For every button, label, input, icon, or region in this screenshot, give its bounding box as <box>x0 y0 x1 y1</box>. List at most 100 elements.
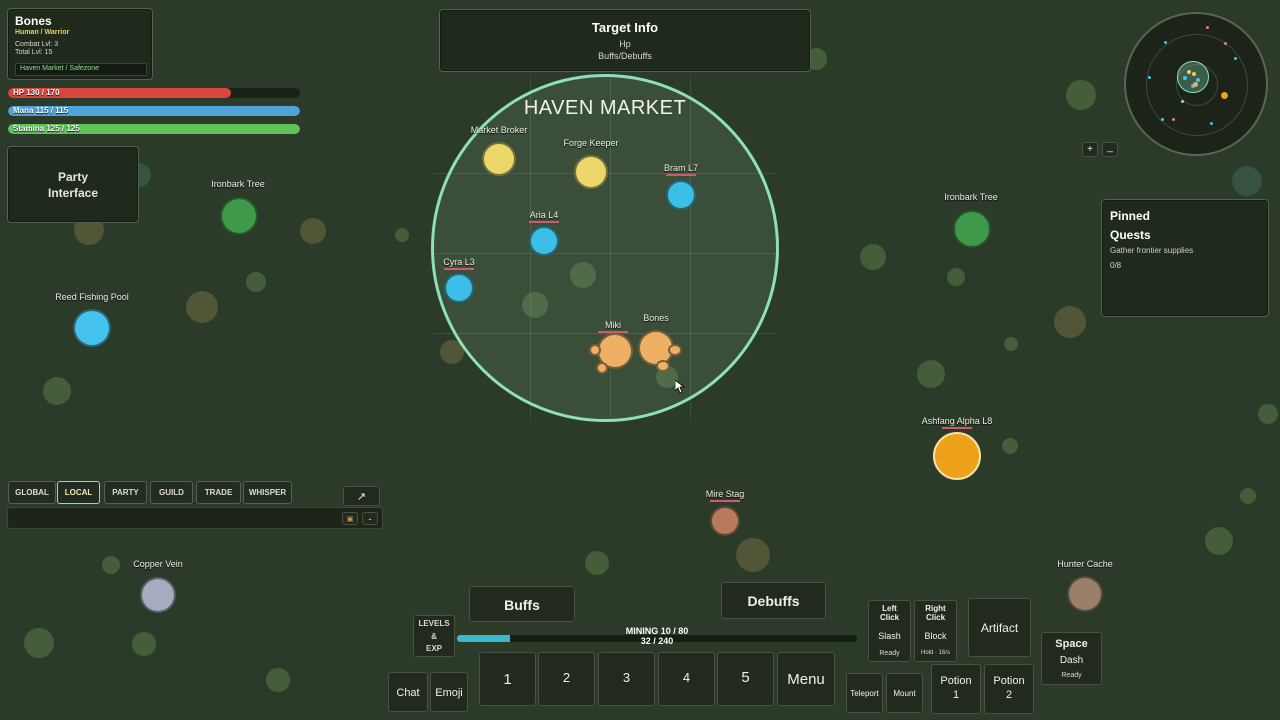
reed-fishing-pool[interactable] <box>73 309 111 347</box>
space-label: Space <box>1055 638 1088 650</box>
forge-keeper-npc[interactable] <box>574 155 608 189</box>
copper-vein-node[interactable] <box>140 577 176 613</box>
menu-button[interactable]: Menu <box>777 652 835 706</box>
chat-lock-button[interactable]: ▣ <box>342 512 358 525</box>
quest-progress: 0/8 <box>1110 261 1122 270</box>
hp-bar-text: HP 130 / 170 <box>13 88 60 97</box>
potion-1-button[interactable]: Potion 1 <box>931 664 981 714</box>
chat-input[interactable]: ▣ - <box>7 507 383 529</box>
buffs-button[interactable]: Buffs <box>469 586 575 622</box>
party-interface-label-1: Party <box>57 170 89 184</box>
pet-miki-paw-1 <box>589 344 601 356</box>
chat-tab-whisper[interactable]: WHISPER <box>243 481 292 504</box>
debuffs-button[interactable]: Debuffs <box>721 582 826 619</box>
potion-2-label-1: Potion <box>993 675 1025 687</box>
pinned-quests-title-2: Quests <box>1110 228 1151 242</box>
minimap-zoom-in-button[interactable]: + <box>1082 142 1098 157</box>
forge-keeper-label: Forge Keeper <box>563 138 619 148</box>
chat-tab-party[interactable]: PARTY <box>104 481 147 504</box>
mount-button[interactable]: Mount <box>886 673 923 713</box>
combat-level: Combat Lvl: 3 <box>15 41 59 48</box>
hotbar-slot-3[interactable]: 3 <box>598 652 655 706</box>
left-click-label-1: Left <box>882 604 897 613</box>
player-aria[interactable] <box>529 226 559 256</box>
ironbark-tree-right-label: Ironbark Tree <box>944 192 998 202</box>
pinned-quests-panel: Pinned Quests Gather frontier supplies 0… <box>1101 199 1269 317</box>
total-level: Total Lvl: 15 <box>15 49 53 56</box>
player-cyra[interactable] <box>444 273 474 303</box>
levels-exp-button[interactable]: LEVELS & EXP <box>413 615 455 657</box>
levels-exp-label-3: EXP <box>425 644 442 653</box>
hotbar-slot-4[interactable]: 4 <box>658 652 715 706</box>
hunter-cache-label: Hunter Cache <box>1057 559 1113 569</box>
minimap-safezone <box>1177 61 1209 93</box>
hotbar-slot-5[interactable]: 5 <box>717 652 774 706</box>
teleport-button[interactable]: Teleport <box>846 673 883 713</box>
ironbark-tree-right[interactable] <box>953 210 991 248</box>
market-broker-label: Market Broker <box>470 125 528 135</box>
hotbar-slot-2[interactable]: 2 <box>538 652 595 706</box>
chat-expand-button[interactable]: ↗ <box>343 486 380 506</box>
reed-fishing-pool-label: Reed Fishing Pool <box>55 292 129 302</box>
skill-xp-label: 32 / 240 <box>640 636 674 646</box>
player-bones-hand-2 <box>656 360 670 372</box>
skill-xp-bar-fill <box>457 635 511 642</box>
stamina-bar-text: Stamina 125 / 125 <box>13 124 80 133</box>
left-click-label-2: Click <box>879 613 900 622</box>
chat-tab-trade[interactable]: TRADE <box>196 481 241 504</box>
right-click-label-1: Right <box>925 604 946 613</box>
player-bram-label: Bram L7 <box>663 163 699 173</box>
left-click-action[interactable]: Left Click Slash Ready <box>868 600 911 662</box>
stamina-bar: Stamina 125 / 125 <box>8 124 300 134</box>
player-aria-hp <box>529 221 559 223</box>
right-click-action[interactable]: Right Click Block Hold · 16/s <box>914 600 957 662</box>
market-broker-npc[interactable] <box>482 142 516 176</box>
minimap-zoom-out-button[interactable]: _ <box>1102 142 1118 157</box>
chat-minimize-button[interactable]: - <box>362 512 378 525</box>
pet-miki-hp <box>598 331 628 333</box>
artifact-button[interactable]: Artifact <box>968 598 1031 657</box>
player-name: Bones <box>15 14 52 28</box>
hotbar-slot-1[interactable]: 1 <box>479 652 536 706</box>
right-click-action-name: Block <box>924 631 947 641</box>
player-bram[interactable] <box>666 180 696 210</box>
minimap[interactable] <box>1124 12 1268 156</box>
copper-vein-label: Copper Vein <box>133 559 183 569</box>
location-text: Haven Market / Safezone <box>20 65 99 72</box>
target-info-title: Target Info <box>591 20 659 35</box>
chat-tab-local[interactable]: LOCAL <box>57 481 100 504</box>
ashfang-alpha-label: Ashfang Alpha L8 <box>921 416 993 426</box>
chat-tab-guild[interactable]: GUILD <box>150 481 193 504</box>
chat-tab-global[interactable]: GLOBAL <box>8 481 56 504</box>
mana-bar-text: Mana 115 / 115 <box>13 106 69 115</box>
target-hp: Hp <box>619 39 631 49</box>
potion-2-button[interactable]: Potion 2 <box>984 664 1034 714</box>
ironbark-tree-left[interactable] <box>220 197 258 235</box>
ashfang-alpha-enemy[interactable] <box>933 432 981 480</box>
player-bones-label: Bones <box>643 313 669 323</box>
chat-button[interactable]: Chat <box>388 672 428 712</box>
left-click-action-name: Slash <box>878 631 901 641</box>
target-buffs: Buffs/Debuffs <box>598 51 652 61</box>
pet-miki-paw-2 <box>596 362 608 374</box>
mire-stag-enemy[interactable] <box>710 506 740 536</box>
mana-bar: Mana 115 / 115 <box>8 106 300 116</box>
player-bram-hp <box>666 174 696 176</box>
target-info-panel: Target Info Hp Buffs/Debuffs <box>439 9 811 72</box>
emoji-button[interactable]: Emoji <box>430 672 468 712</box>
location-badge: Haven Market / Safezone <box>15 63 147 76</box>
hunter-cache-chest[interactable] <box>1067 576 1103 612</box>
zone-name: HAVEN MARKET <box>523 97 687 119</box>
space-dash-action[interactable]: Space Dash Ready <box>1041 632 1102 685</box>
player-bones-hand-1 <box>668 344 682 356</box>
player-aria-label: Aria L4 <box>529 210 559 220</box>
left-click-status: Ready <box>879 650 900 657</box>
potion-1-label-2: 1 <box>952 689 960 701</box>
player-info-panel: Bones Human / Warrior Combat Lvl: 3 Tota… <box>7 8 153 80</box>
party-interface-button[interactable]: Party Interface <box>7 146 139 223</box>
quest-task[interactable]: Gather frontier supplies <box>1110 246 1193 255</box>
potion-1-label-1: Potion <box>940 675 972 687</box>
space-status: Ready <box>1061 672 1082 679</box>
ashfang-alpha-hp <box>942 427 972 429</box>
player-cyra-hp <box>444 268 474 270</box>
